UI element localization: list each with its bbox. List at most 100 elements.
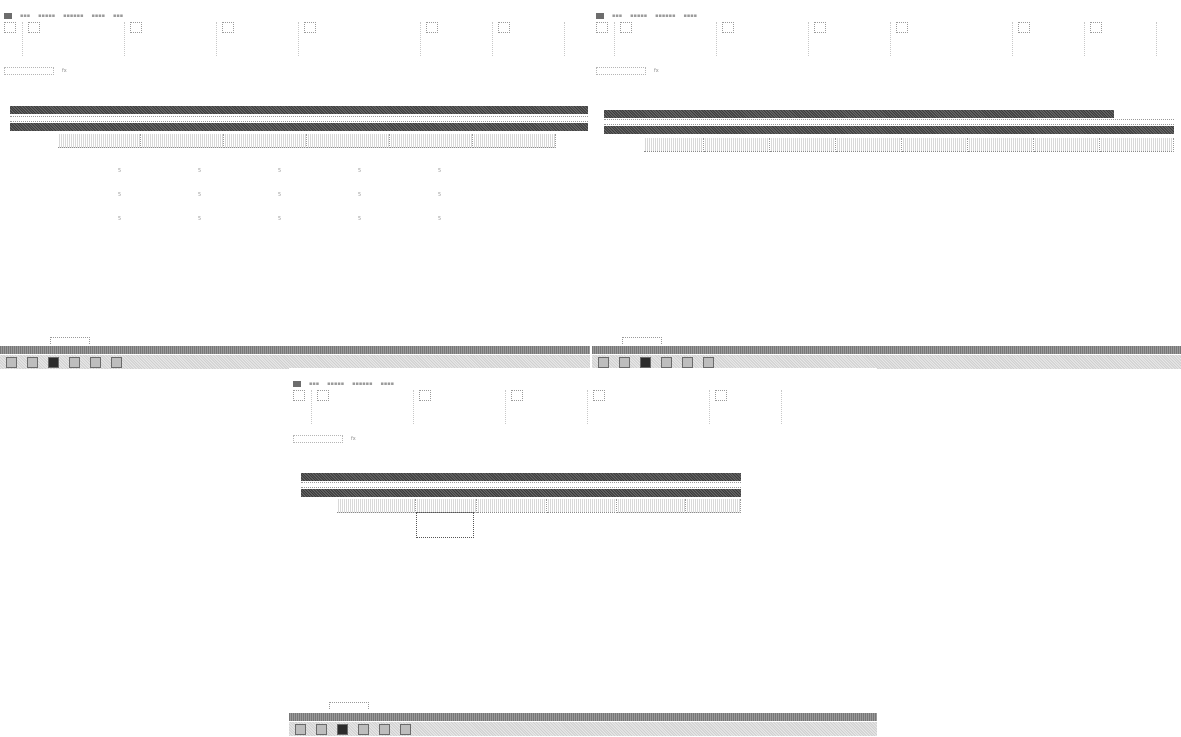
cell[interactable] <box>1039 194 1103 206</box>
cell[interactable] <box>912 194 976 206</box>
cell[interactable] <box>1103 266 1174 278</box>
ie-icon[interactable] <box>27 356 38 368</box>
cell[interactable] <box>912 314 976 326</box>
tab-home[interactable]: ▪▪▪ <box>309 381 319 387</box>
cell[interactable] <box>976 218 1040 230</box>
cell[interactable]: 5 <box>358 216 438 228</box>
cell[interactable] <box>976 242 1040 254</box>
folder-icon[interactable] <box>682 356 693 368</box>
align-icon[interactable] <box>419 390 431 401</box>
cell[interactable] <box>1103 290 1174 302</box>
cell[interactable] <box>1039 314 1103 326</box>
cell[interactable] <box>848 266 912 278</box>
cell[interactable] <box>721 266 785 278</box>
cell[interactable] <box>658 194 722 206</box>
paste-icon[interactable] <box>293 390 305 401</box>
cell[interactable] <box>658 242 722 254</box>
cell[interactable] <box>721 290 785 302</box>
sort-icon[interactable] <box>1090 22 1102 33</box>
cell[interactable]: 5 <box>118 216 198 228</box>
tab-formulas[interactable]: ▪▪▪▪ <box>91 13 105 19</box>
sort-icon[interactable] <box>498 22 510 33</box>
cell[interactable] <box>912 170 976 182</box>
cell[interactable] <box>1103 194 1174 206</box>
styles-icon[interactable] <box>896 22 908 33</box>
insert-cells-icon[interactable] <box>715 390 727 401</box>
paste-icon[interactable] <box>596 22 608 33</box>
table-row[interactable] <box>600 314 1174 326</box>
cell[interactable] <box>658 290 722 302</box>
cell[interactable] <box>976 170 1040 182</box>
cell[interactable] <box>912 218 976 230</box>
insert-cells-icon[interactable] <box>426 22 438 33</box>
cell[interactable] <box>848 290 912 302</box>
cell[interactable]: 5 <box>198 216 278 228</box>
name-box[interactable] <box>293 435 343 443</box>
cell[interactable] <box>1103 170 1174 182</box>
cell[interactable] <box>721 242 785 254</box>
insert-cells-icon[interactable] <box>1018 22 1030 33</box>
cell[interactable]: 5 <box>198 168 278 180</box>
cell[interactable] <box>785 314 849 326</box>
table-row[interactable] <box>600 242 1174 254</box>
tab-home[interactable]: ▪▪▪ <box>612 13 622 19</box>
align-icon[interactable] <box>130 22 142 33</box>
cell[interactable] <box>848 170 912 182</box>
align-icon[interactable] <box>722 22 734 33</box>
tab-formulas[interactable]: ▪▪▪▪ <box>380 381 394 387</box>
cell[interactable] <box>721 314 785 326</box>
cell[interactable] <box>976 266 1040 278</box>
cell[interactable] <box>785 218 849 230</box>
format-icon[interactable] <box>511 390 523 401</box>
cell[interactable] <box>1103 242 1174 254</box>
tab-data[interactable]: ▪▪▪ <box>113 13 123 19</box>
cell[interactable] <box>1103 314 1174 326</box>
cell[interactable]: 5 <box>278 216 358 228</box>
media-icon[interactable] <box>358 723 369 735</box>
styles-icon[interactable] <box>304 22 316 33</box>
sheet-tab[interactable] <box>50 337 90 344</box>
table-row[interactable] <box>600 266 1174 278</box>
excel-icon[interactable] <box>48 356 59 368</box>
tab-formulas[interactable]: ▪▪▪▪ <box>683 13 697 19</box>
folder-icon[interactable] <box>90 356 101 368</box>
media-icon[interactable] <box>69 356 80 368</box>
fx-icon[interactable]: fx <box>62 68 67 74</box>
cell[interactable]: 5 <box>358 168 438 180</box>
name-box[interactable] <box>596 67 646 75</box>
excel-icon[interactable] <box>337 723 348 735</box>
cell[interactable] <box>1039 290 1103 302</box>
fx-icon[interactable]: fx <box>654 68 659 74</box>
start-icon[interactable] <box>295 723 306 735</box>
cell[interactable] <box>785 170 849 182</box>
office-logo-icon[interactable] <box>293 381 301 387</box>
table-row[interactable] <box>600 290 1174 302</box>
sheet-tab[interactable] <box>329 702 369 709</box>
cell[interactable] <box>1039 266 1103 278</box>
cell[interactable] <box>848 314 912 326</box>
excel-icon[interactable] <box>640 356 651 368</box>
table-row[interactable]: 5 5 5 5 5 <box>18 168 578 180</box>
format-icon[interactable] <box>222 22 234 33</box>
window-icon[interactable] <box>703 356 714 368</box>
cell[interactable] <box>658 314 722 326</box>
cell[interactable] <box>912 290 976 302</box>
office-logo-icon[interactable] <box>596 13 604 19</box>
cell[interactable] <box>848 218 912 230</box>
cell[interactable] <box>976 194 1040 206</box>
cell[interactable] <box>1039 242 1103 254</box>
cell[interactable] <box>912 242 976 254</box>
tab-insert[interactable]: ▪▪▪▪▪ <box>38 13 55 19</box>
cell[interactable] <box>785 266 849 278</box>
ie-icon[interactable] <box>316 723 327 735</box>
format-icon[interactable] <box>814 22 826 33</box>
fx-icon[interactable]: fx <box>351 436 356 442</box>
office-logo-icon[interactable] <box>4 13 12 19</box>
tab-layout[interactable]: ▪▪▪▪▪▪ <box>63 13 83 19</box>
ie-icon[interactable] <box>619 356 630 368</box>
start-icon[interactable] <box>6 356 17 368</box>
cell[interactable] <box>1103 218 1174 230</box>
table-row[interactable]: 5 5 5 5 5 <box>18 216 578 228</box>
cell[interactable] <box>658 170 722 182</box>
window-icon[interactable] <box>111 356 122 368</box>
